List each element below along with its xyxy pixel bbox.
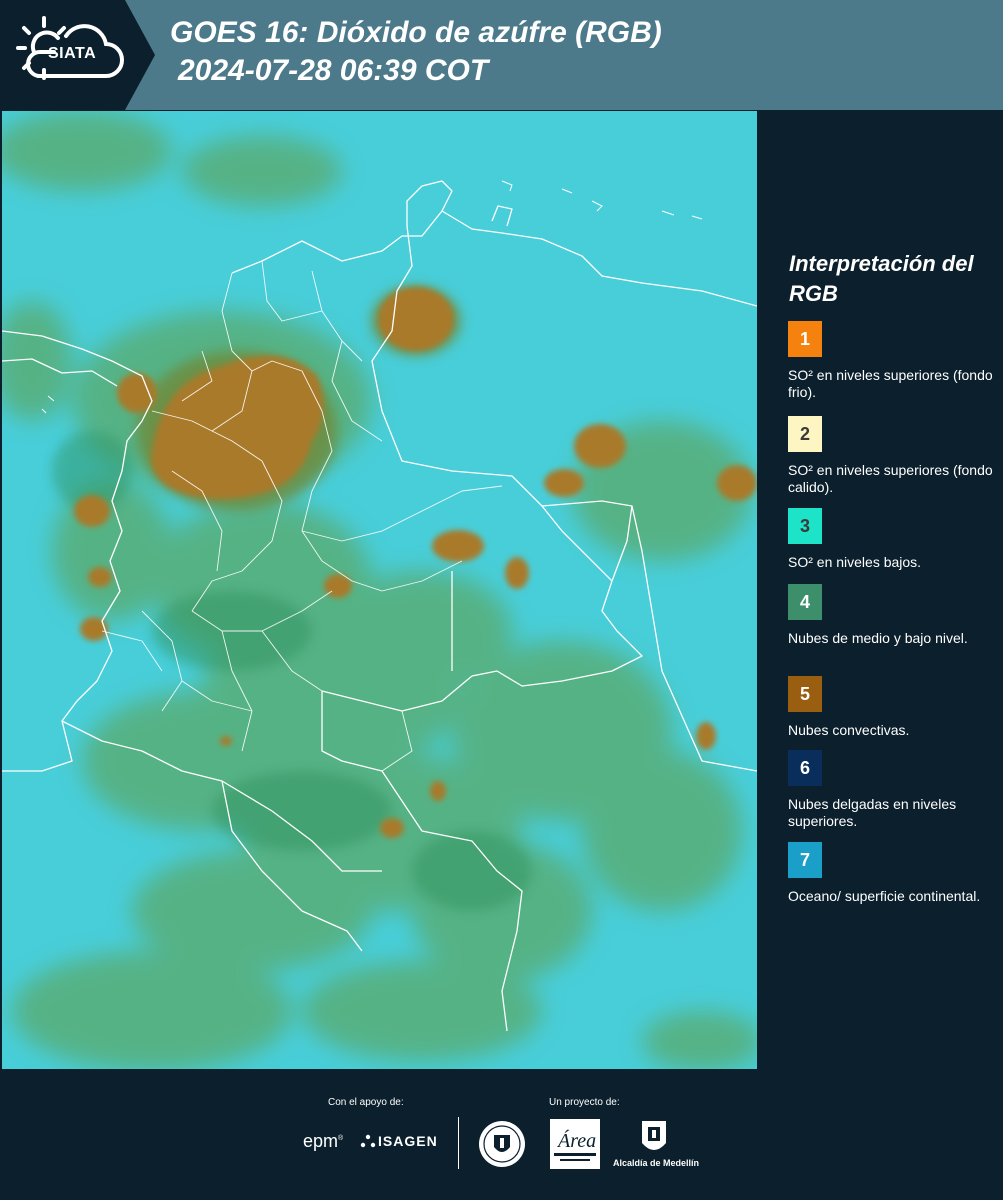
medellin-seal-icon xyxy=(479,1121,525,1167)
header-bar: SIATA GOES 16: Dióxido de azúfre (RGB) 2… xyxy=(0,0,1003,110)
page-title: GOES 16: Dióxido de azúfre (RGB) xyxy=(170,16,662,49)
legend-title: Interpretación del RGB xyxy=(789,251,974,306)
legend-item-2: 2 SO² en niveles superiores (fondo calid… xyxy=(788,416,998,496)
legend-label: SO² en niveles superiores (fondo frio). xyxy=(788,367,993,400)
legend-panel: Interpretación del RGB 1 SO² en niveles … xyxy=(760,111,1003,1069)
legend-label: SO² en niveles superiores (fondo calido)… xyxy=(788,462,993,495)
footer-divider xyxy=(458,1117,459,1169)
alcaldia-shield-icon xyxy=(642,1121,666,1150)
satellite-map xyxy=(2,111,757,1069)
siata-logo: SIATA xyxy=(0,0,155,110)
legend-item-1: 1 SO² en niveles superiores (fondo frio)… xyxy=(788,321,998,401)
legend-item-5: 5 Nubes convectivas. xyxy=(788,676,998,739)
legend-label: Oceano/ superficie continental. xyxy=(788,888,981,904)
legend-label: Nubes delgadas en niveles superiores. xyxy=(788,796,957,829)
svg-text:Área: Área xyxy=(556,1129,596,1152)
isagen-mark-icon xyxy=(360,1134,376,1148)
epm-logo: epm® xyxy=(303,1131,344,1151)
legend-item-4: 4 Nubes de medio y bajo nivel. xyxy=(788,584,998,647)
legend-label: Nubes de medio y bajo nivel. xyxy=(788,630,968,646)
area-metropolitana-logo: Área xyxy=(550,1119,600,1169)
legend-label: Nubes convectivas. xyxy=(788,722,910,738)
project-caption: Un proyecto de: xyxy=(549,1097,620,1108)
legend-item-7: 7 Oceano/ superficie continental. xyxy=(788,842,998,905)
legend-swatch: 1 xyxy=(788,321,822,357)
isagen-logo: ISAGEN xyxy=(360,1133,438,1149)
legend-swatch: 6 xyxy=(788,750,822,786)
legend-swatch: 7 xyxy=(788,842,822,878)
logo-text: SIATA xyxy=(48,45,97,62)
legend-swatch: 4 xyxy=(788,584,822,620)
so2-rgb-image xyxy=(2,111,757,1069)
legend-label: SO² en niveles bajos. xyxy=(788,554,922,570)
alcaldia-label: Alcaldía de Medellín xyxy=(613,1158,700,1168)
legend-swatch: 2 xyxy=(788,416,822,452)
page-timestamp: 2024-07-28 06:39 COT xyxy=(178,54,489,87)
legend-item-3: 3 SO² en niveles bajos. xyxy=(788,508,998,571)
legend-item-6: 6 Nubes delgadas en niveles superiores. xyxy=(788,750,998,830)
legend-swatch: 5 xyxy=(788,676,822,712)
footer-bar: Con el apoyo de: Un proyecto de: epm® IS… xyxy=(0,1069,1003,1200)
legend-swatch: 3 xyxy=(788,508,822,544)
support-caption: Con el apoyo de: xyxy=(328,1097,404,1108)
